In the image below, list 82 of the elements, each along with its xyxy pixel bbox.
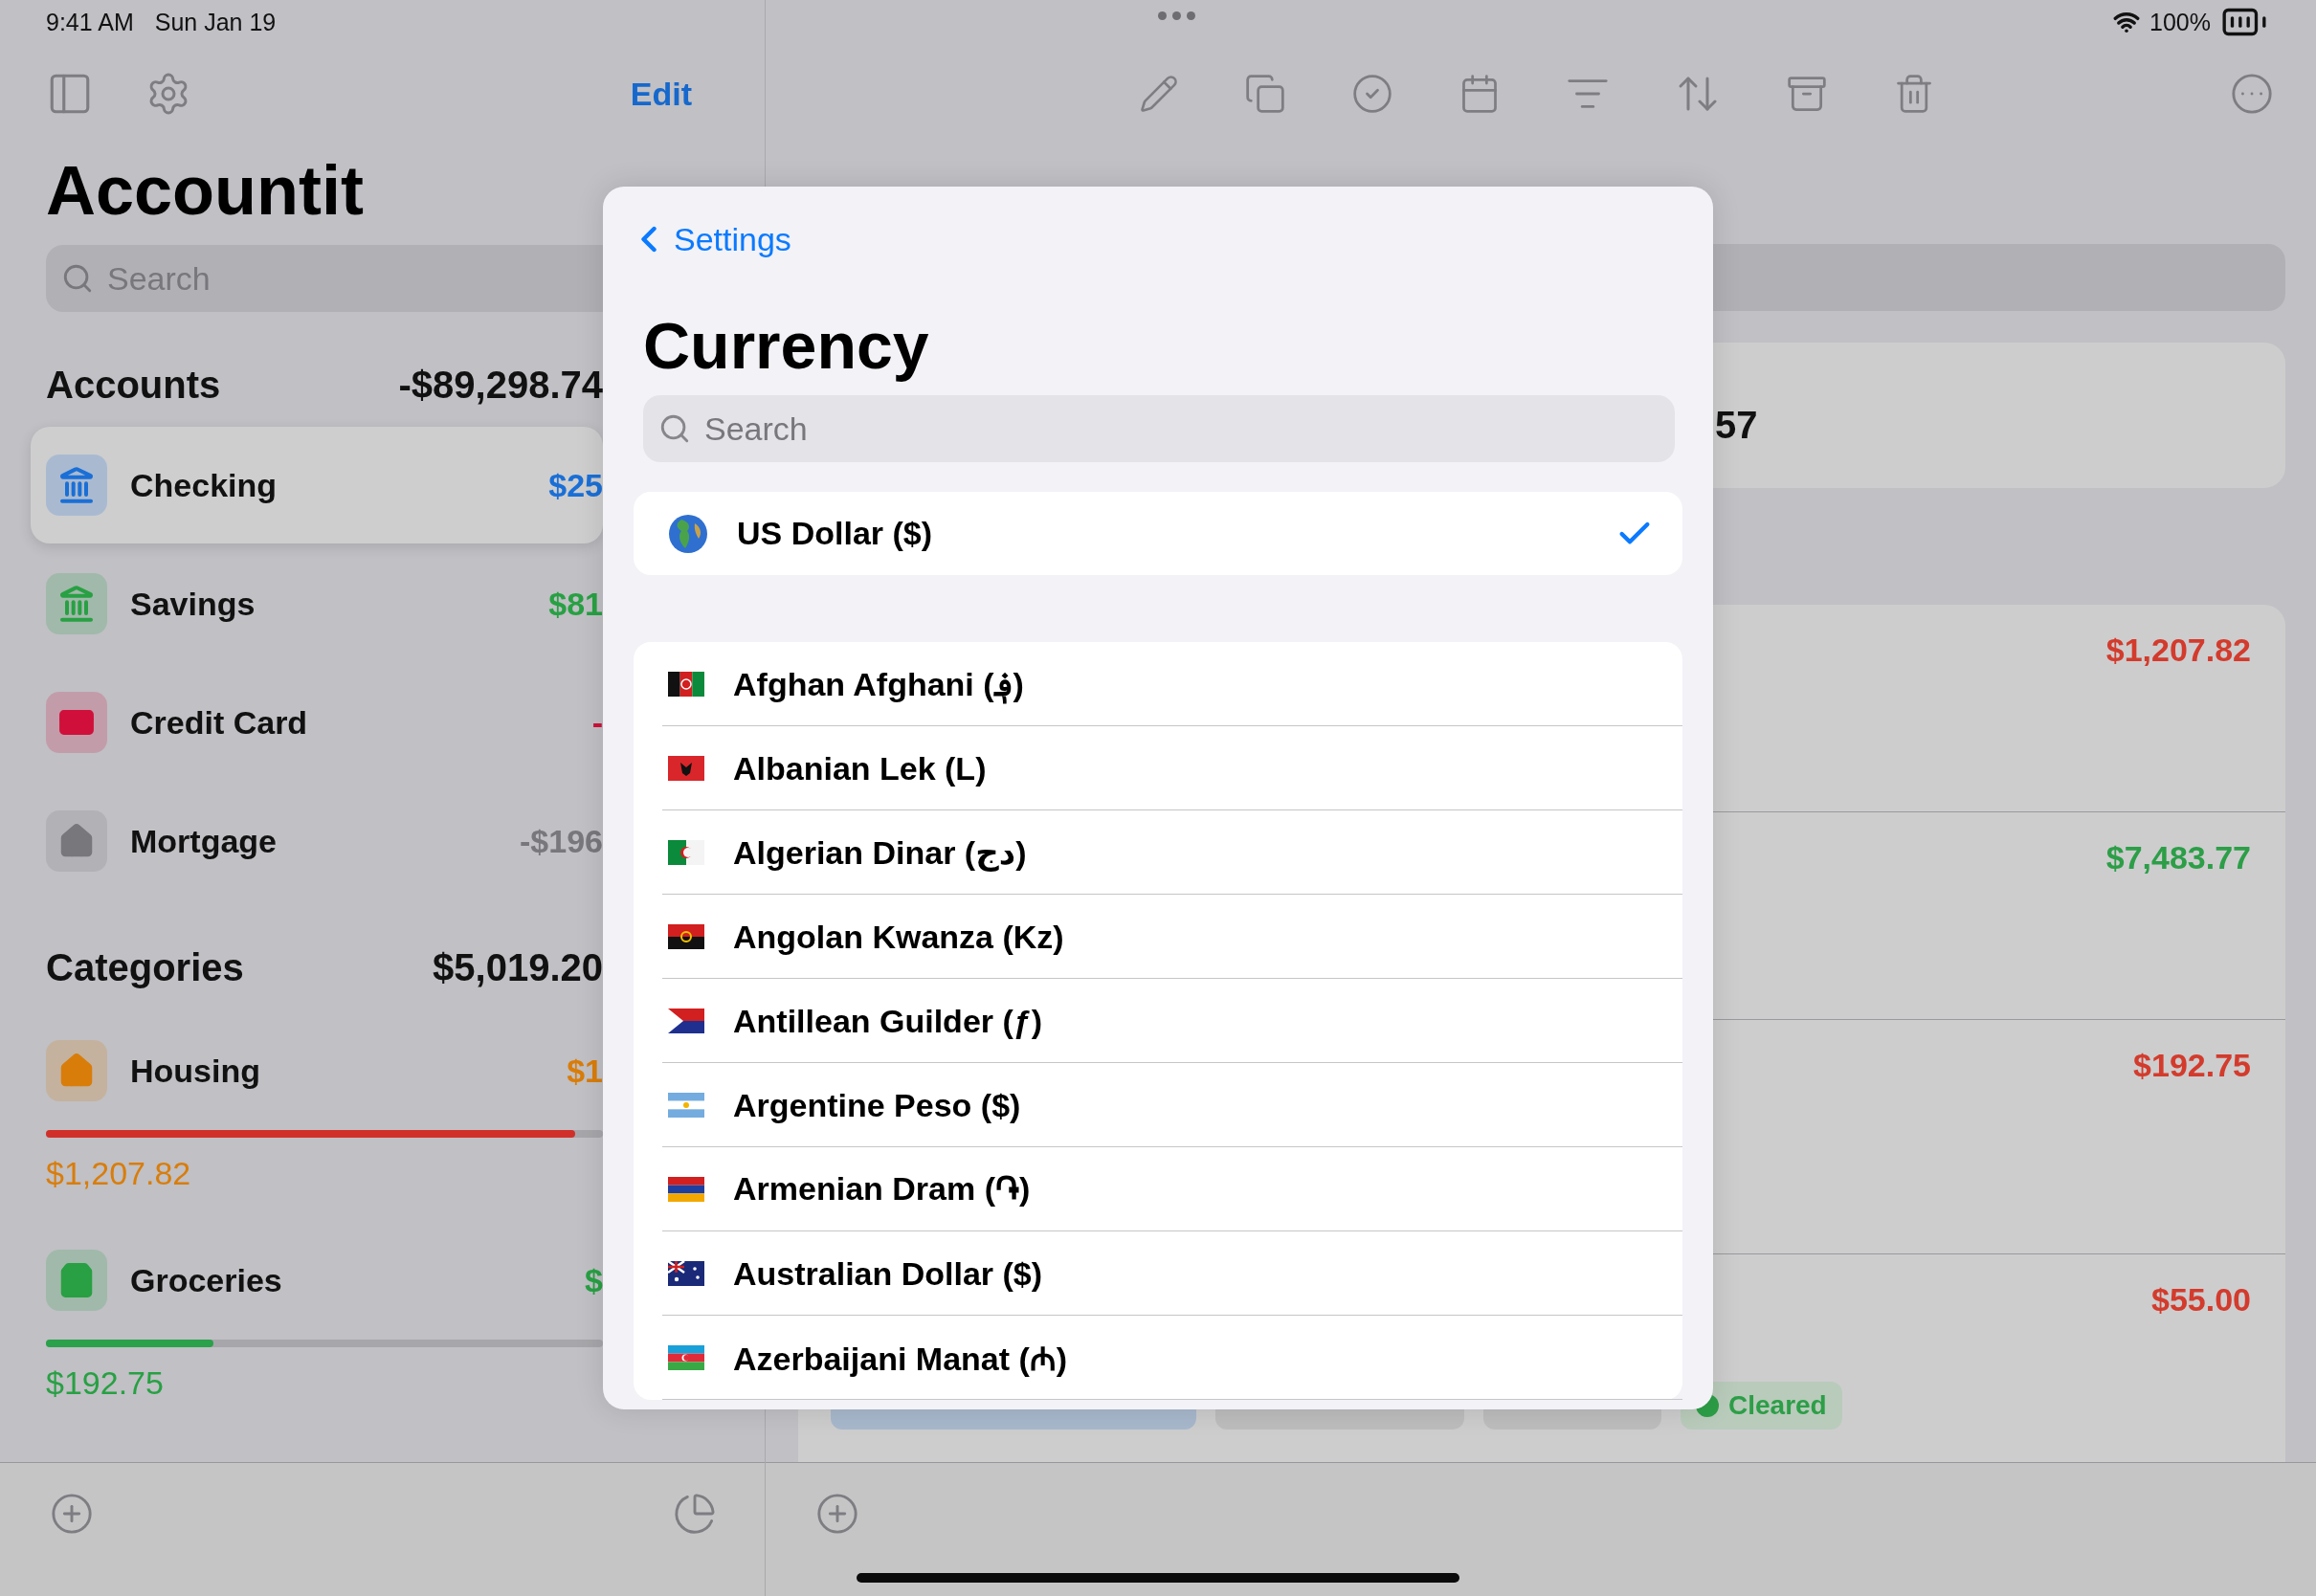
currency-row[interactable]: US Dollar ($) xyxy=(634,492,1682,575)
search-input[interactable]: Search xyxy=(105,258,396,299)
account-name: Credit Card xyxy=(130,703,308,742)
account-name: Checking xyxy=(130,466,278,504)
flag-icon xyxy=(668,840,704,865)
account-row[interactable]: Savings $81 xyxy=(31,545,603,662)
flag-icon xyxy=(668,1177,704,1202)
currency-row[interactable]: Algerian Dinar (دج) xyxy=(634,810,1682,895)
account-row[interactable]: Checking $25 xyxy=(31,427,603,543)
more-icon[interactable] xyxy=(2230,72,2274,116)
flag-icon xyxy=(668,924,704,949)
status-time: 9:41 AM xyxy=(46,8,134,36)
currency-row[interactable]: Angolan Kwanza (Kz) xyxy=(634,895,1682,979)
flag-icon xyxy=(668,1345,704,1370)
currency-name: Argentine Peso ($) xyxy=(733,1086,1021,1124)
add-icon[interactable] xyxy=(815,1492,859,1536)
pie-chart-icon[interactable] xyxy=(673,1492,717,1536)
copy-icon[interactable] xyxy=(1244,73,1286,115)
account-balance: -$196 xyxy=(520,822,603,860)
currency-name: US Dollar ($) xyxy=(737,515,933,552)
transaction-amount: $7,483.77 xyxy=(2105,839,2251,876)
pencil-icon[interactable] xyxy=(1139,74,1179,114)
bank-icon xyxy=(46,454,107,516)
flag-icon xyxy=(668,1261,704,1286)
transaction-amount: $1,207.82 xyxy=(2105,632,2251,669)
account-balance: - xyxy=(591,703,603,742)
category-row[interactable]: Housing $1 xyxy=(46,1011,603,1130)
currency-name: Azerbaijani Manat (₼) xyxy=(733,1340,1068,1379)
section-title: Accounts xyxy=(46,363,221,407)
currency-row[interactable]: Albanian Lek (L) xyxy=(634,726,1682,810)
category-spent: $192.75 xyxy=(46,1364,164,1402)
currency-row[interactable]: Antillean Guilder (ƒ) xyxy=(634,979,1682,1063)
battery-percent: 100% xyxy=(2149,8,2211,36)
bag-icon xyxy=(46,1250,107,1311)
category-spent: $1,207.82 xyxy=(46,1155,191,1192)
transaction-amount: $55.00 xyxy=(2151,1281,2251,1319)
flag-icon xyxy=(668,756,704,781)
category-budget: $1 xyxy=(567,1052,603,1090)
house-icon xyxy=(46,810,107,872)
currency-row[interactable]: Azerbaijani Manat (₼) xyxy=(634,1316,1682,1400)
currency-search-field[interactable]: Search xyxy=(643,395,1675,462)
status-date: Sun Jan 19 xyxy=(154,8,277,36)
currency-name: Antillean Guilder (ƒ) xyxy=(733,1002,1043,1040)
house-icon xyxy=(46,1040,107,1101)
section-total: -$89,298.74 xyxy=(398,363,603,407)
currency-name: Angolan Kwanza (Kz) xyxy=(733,918,1064,956)
account-balance: $81 xyxy=(548,585,603,623)
account-balance: $25 xyxy=(548,466,603,504)
currency-name: Armenian Dram (֏) xyxy=(733,1170,1031,1208)
section-total: $5,019.20 xyxy=(433,945,603,989)
multitasking-dots-icon[interactable] xyxy=(1158,11,1195,20)
add-icon[interactable] xyxy=(50,1492,94,1536)
category-name: Housing xyxy=(130,1052,260,1090)
currency-name: Algerian Dinar (دج) xyxy=(733,833,1027,872)
bank-icon xyxy=(46,573,107,634)
currency-row[interactable]: Australian Dollar ($) xyxy=(634,1231,1682,1316)
account-row[interactable]: Credit Card - xyxy=(31,664,603,781)
account-name: Mortgage xyxy=(130,822,277,860)
currency-row[interactable]: Argentine Peso ($) xyxy=(634,1063,1682,1147)
search-icon xyxy=(658,412,691,445)
flag-icon xyxy=(668,1093,704,1118)
currency-row[interactable]: Afghan Afghani (؋) xyxy=(634,642,1682,726)
search-input[interactable]: Search xyxy=(702,409,993,449)
app-title: Accountit xyxy=(46,151,365,231)
check-circle-icon[interactable] xyxy=(1351,73,1393,115)
flag-icon xyxy=(668,1009,704,1033)
search-icon xyxy=(61,262,94,295)
currency-name: Albanian Lek (L) xyxy=(733,749,987,787)
section-title: Categories xyxy=(46,945,244,989)
currency-row[interactable]: Armenian Dram (֏) xyxy=(634,1147,1682,1231)
currency-name: Australian Dollar ($) xyxy=(733,1254,1043,1293)
account-name: Savings xyxy=(130,585,256,623)
category-row[interactable]: Groceries $ xyxy=(46,1221,603,1340)
category-budget: $ xyxy=(585,1261,603,1299)
currency-name: Afghan Afghani (؋) xyxy=(733,665,1024,703)
flag-icon xyxy=(668,672,704,697)
transaction-amount: $192.75 xyxy=(2133,1047,2251,1084)
category-name: Groceries xyxy=(130,1261,282,1299)
account-row[interactable]: Mortgage -$196 xyxy=(31,783,603,899)
globe-icon xyxy=(668,513,708,554)
summary-amount: 57 xyxy=(1715,403,1758,447)
card-icon xyxy=(46,692,107,753)
